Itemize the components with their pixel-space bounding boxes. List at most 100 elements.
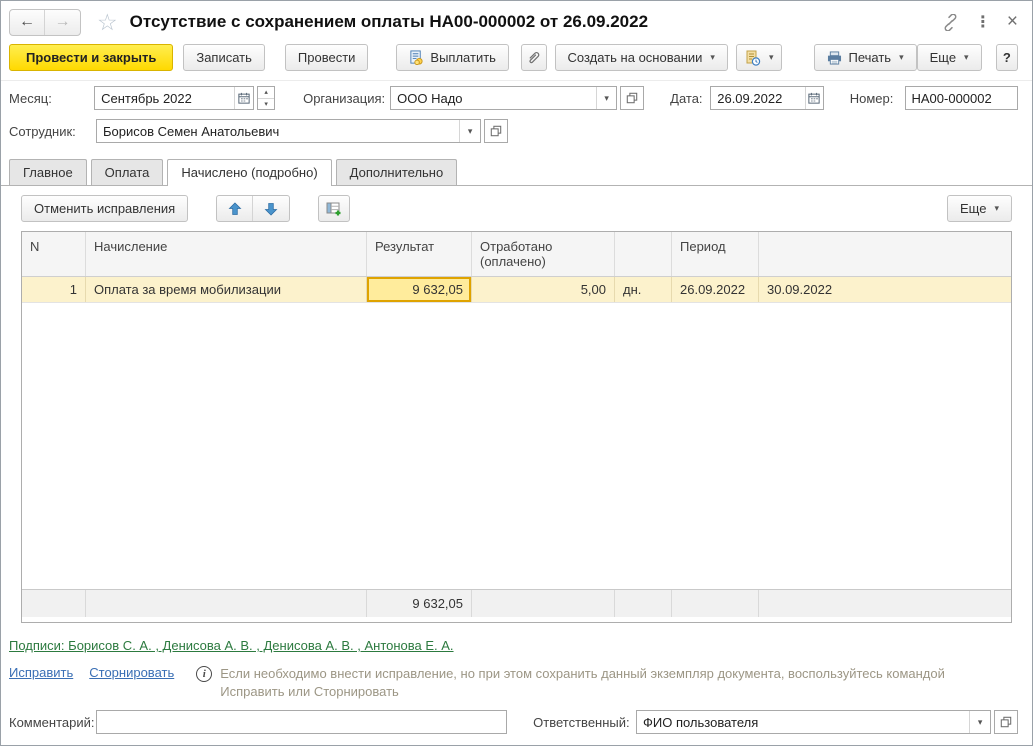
month-input[interactable]	[95, 87, 234, 109]
back-button[interactable]: ←	[10, 10, 45, 35]
fix-link[interactable]: Исправить	[9, 665, 73, 680]
responsible-dropdown-button[interactable]: ▾	[969, 711, 990, 733]
number-input[interactable]	[906, 87, 1018, 109]
responsible-open-button[interactable]	[994, 710, 1018, 734]
post-and-close-button[interactable]: Провести и закрыть	[9, 44, 173, 71]
cell-period-start[interactable]: 26.09.2022	[672, 277, 759, 302]
selected-cell-value: 9 632,05	[367, 277, 471, 302]
month-field	[94, 86, 254, 110]
tab-accrued-detail[interactable]: Начислено (подробно)	[167, 159, 331, 186]
table-more-button[interactable]: Еще ▾	[947, 195, 1012, 222]
month-step-up-button[interactable]: ▴	[258, 87, 274, 99]
cell-worked[interactable]: 5,00	[472, 277, 615, 302]
comment-field	[96, 710, 507, 734]
paperclip-icon	[526, 50, 541, 65]
number-label: Номер:	[850, 91, 905, 106]
close-button[interactable]: ×	[1007, 11, 1018, 33]
employee-dropdown-button[interactable]: ▾	[459, 120, 480, 142]
link-icon	[942, 14, 959, 31]
help-button[interactable]: ?	[996, 44, 1018, 71]
open-form-icon	[626, 92, 638, 104]
column-header-n[interactable]: N	[22, 232, 86, 276]
chevron-down-icon: ▾	[604, 93, 609, 104]
month-stepper: ▴ ▾	[257, 86, 275, 110]
move-down-button[interactable]	[253, 196, 289, 221]
responsible-input[interactable]	[637, 711, 969, 733]
chevron-down-icon: ▾	[710, 52, 715, 63]
table-bottom-strip	[22, 617, 1011, 622]
date-field	[710, 86, 824, 110]
cell-unit[interactable]: дн.	[615, 277, 672, 302]
comment-label: Комментарий:	[9, 715, 96, 730]
forward-button[interactable]: →	[45, 10, 80, 35]
pay-button-label: Выплатить	[430, 50, 496, 65]
window-menu-button[interactable]: ⋮	[975, 12, 991, 32]
column-header-accrual[interactable]: Начисление	[86, 232, 367, 276]
more-button[interactable]: Еще ▾	[917, 44, 982, 71]
date-calendar-button[interactable]	[805, 87, 823, 109]
attachments-button[interactable]	[521, 44, 547, 71]
document-window: ← → ☆ Отсутствие с сохранением оплаты НА…	[0, 0, 1033, 746]
reverse-link[interactable]: Сторнировать	[89, 665, 174, 680]
hint-text: Если необходимо внести исправление, но п…	[220, 665, 950, 700]
move-up-button[interactable]	[217, 196, 253, 221]
kebab-menu-icon: ⋮	[975, 12, 991, 32]
month-label: Месяц:	[9, 91, 94, 106]
tab-additional[interactable]: Дополнительно	[336, 159, 458, 185]
spin-down-icon: ▾	[264, 100, 268, 108]
cell-period-end[interactable]: 30.09.2022	[759, 277, 1011, 302]
signatures-link[interactable]: Подписи: Борисов С. А. , Денисова А. В. …	[9, 638, 454, 653]
history-nav: ← →	[9, 9, 81, 36]
hint-block: i Если необходимо внести исправление, но…	[196, 665, 950, 700]
post-button[interactable]: Провести	[285, 44, 369, 71]
accruals-table: N Начисление Результат Отработано (оплач…	[21, 231, 1012, 623]
table-row[interactable]: 1 Оплата за время мобилизации 9 632,05 5…	[22, 277, 1011, 303]
get-link-button[interactable]	[942, 14, 959, 31]
cell-result-selected[interactable]: 9 632,05	[367, 277, 472, 302]
table-toolbar: Отменить исправления Еще ▾	[1, 186, 1032, 222]
open-form-icon	[490, 125, 502, 137]
organization-dropdown-button[interactable]: ▾	[596, 87, 616, 109]
organization-input[interactable]	[391, 87, 596, 109]
organization-open-button[interactable]	[620, 86, 644, 110]
close-icon: ×	[1007, 11, 1018, 33]
create-based-on-button[interactable]: Создать на основании ▾	[555, 44, 728, 71]
back-arrow-icon: ←	[19, 13, 35, 31]
responsible-label: Ответственный:	[533, 715, 636, 730]
employee-open-button[interactable]	[484, 119, 508, 143]
table-add-button[interactable]	[318, 195, 350, 222]
cell-n[interactable]: 1	[22, 277, 86, 302]
tab-payment[interactable]: Оплата	[91, 159, 164, 185]
column-header-period-end[interactable]	[759, 232, 1011, 276]
column-header-result[interactable]: Результат	[367, 232, 472, 276]
chevron-down-icon: ▾	[899, 52, 904, 63]
column-header-worked[interactable]: Отработано (оплачено)	[472, 232, 615, 276]
tab-main[interactable]: Главное	[9, 159, 87, 185]
open-form-icon	[1000, 716, 1012, 728]
chevron-down-icon: ▾	[964, 52, 969, 63]
footer-cell-result-total: 9 632,05	[367, 590, 472, 617]
date-label: Дата:	[670, 91, 710, 106]
date-input[interactable]	[711, 87, 804, 109]
column-header-unit[interactable]	[615, 232, 672, 276]
table-plus-icon	[326, 201, 342, 217]
month-calendar-button[interactable]	[234, 87, 253, 109]
employee-input[interactable]	[97, 120, 459, 142]
table-more-label: Еще	[960, 201, 986, 216]
organization-label: Организация:	[303, 91, 390, 106]
comment-input[interactable]	[97, 711, 506, 733]
signatures-block: Подписи: Борисов С. А. , Денисова А. В. …	[9, 636, 489, 656]
fields-row-2: Сотрудник: ▾	[1, 114, 1032, 147]
save-button[interactable]: Записать	[183, 44, 265, 71]
cancel-corrections-button[interactable]: Отменить исправления	[21, 195, 188, 222]
print-button[interactable]: Печать ▾	[814, 44, 916, 71]
reminder-button[interactable]: ▾	[736, 44, 783, 71]
favorite-star-icon[interactable]: ☆	[97, 9, 118, 36]
table-footer-row: 9 632,05	[22, 589, 1011, 617]
move-buttons	[216, 195, 290, 222]
more-button-label: Еще	[930, 50, 956, 65]
pay-button[interactable]: Выплатить	[396, 44, 509, 71]
month-step-down-button[interactable]: ▾	[258, 99, 274, 110]
cell-accrual[interactable]: Оплата за время мобилизации	[86, 277, 367, 302]
column-header-period[interactable]: Период	[672, 232, 759, 276]
